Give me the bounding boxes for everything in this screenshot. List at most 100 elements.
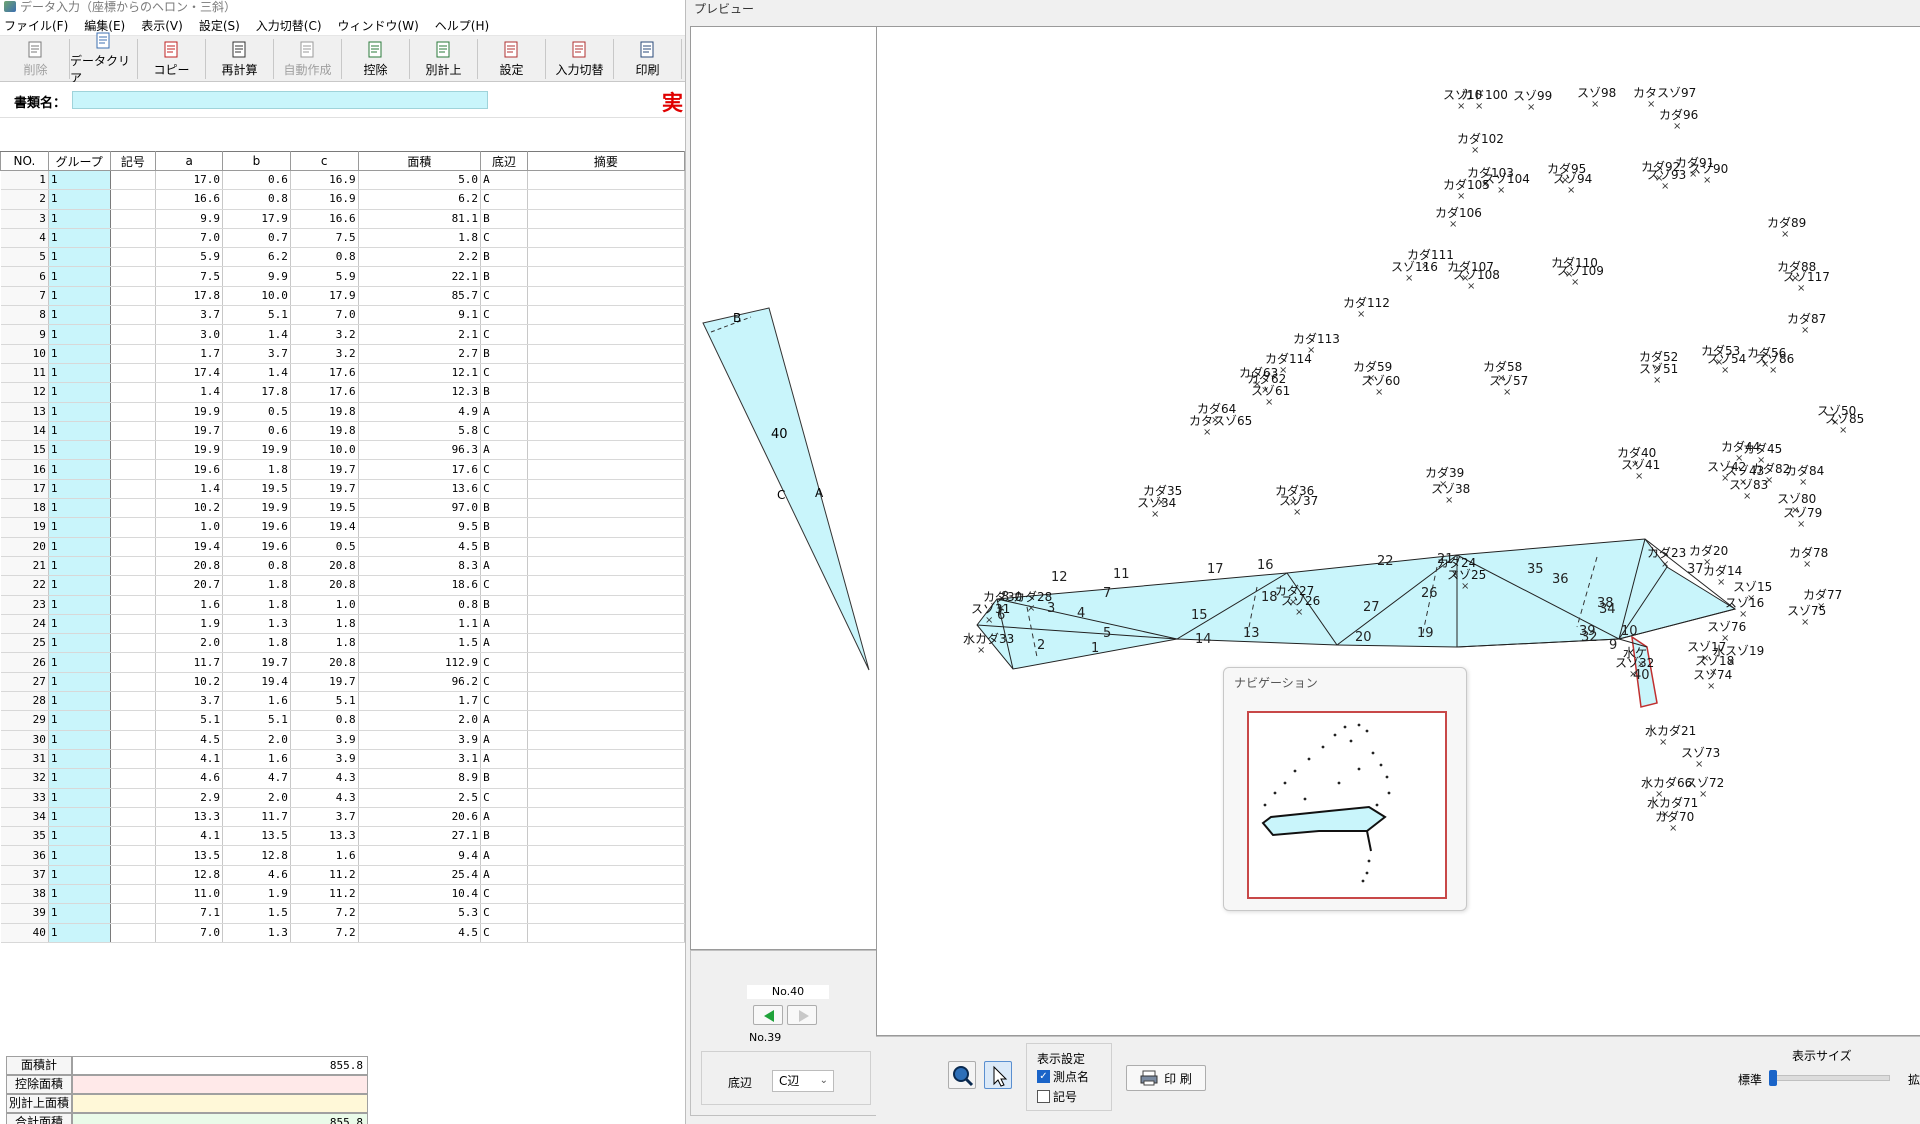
table-row[interactable]: 15 1 19.9 19.9 10.0 96.3 A	[0, 440, 685, 461]
table-cell[interactable]: 29	[0, 710, 49, 731]
table-cell[interactable]: 19.5	[290, 498, 359, 519]
table-cell[interactable]: 11.7	[222, 807, 291, 828]
table-cell[interactable]: 12.3	[358, 382, 482, 403]
table-cell[interactable]: 4.5	[358, 537, 482, 557]
table-row[interactable]: 28 1 3.7 1.6 5.1 1.7 C	[0, 691, 685, 712]
column-header-3[interactable]: a	[155, 151, 224, 171]
table-cell[interactable]: 11	[0, 363, 49, 384]
table-cell[interactable]: 1	[48, 305, 111, 326]
menu-item-3[interactable]: 設定(S)	[199, 19, 240, 33]
table-cell[interactable]: 17.8	[222, 382, 291, 403]
table-cell[interactable]: 4.7	[222, 768, 291, 789]
table-cell[interactable]: 6.2	[358, 189, 482, 210]
table-cell[interactable]: 3.2	[290, 344, 359, 364]
table-cell[interactable]	[527, 344, 685, 364]
table-cell[interactable]: 81.1	[358, 209, 482, 229]
table-cell[interactable]	[527, 595, 685, 615]
table-cell[interactable]: 0.8	[222, 556, 291, 577]
table-row[interactable]: 24 1 1.9 1.3 1.8 1.1 A	[0, 614, 685, 635]
table-cell[interactable]: 0.8	[358, 595, 482, 615]
table-cell[interactable]: 19.9	[222, 440, 291, 461]
toolbar-button-3[interactable]: 再計算	[206, 39, 274, 79]
table-cell[interactable]: 1.0	[290, 595, 359, 615]
table-cell[interactable]	[527, 903, 685, 924]
table-row[interactable]: 37 1 12.8 4.6 11.2 25.4 A	[0, 865, 685, 885]
table-cell[interactable]: 9.1	[358, 305, 482, 326]
table-cell[interactable]: 19.9	[155, 402, 224, 422]
table-cell[interactable]: 3.0	[155, 324, 224, 345]
table-cell[interactable]: B	[480, 537, 528, 557]
table-cell[interactable]: 13.6	[358, 479, 482, 500]
table-cell[interactable]	[527, 652, 685, 673]
table-cell[interactable]	[110, 749, 157, 770]
table-cell[interactable]: 11.0	[155, 884, 224, 905]
table-cell[interactable]	[110, 421, 157, 442]
point-name-checkbox[interactable]: ✓	[1037, 1070, 1050, 1083]
table-cell[interactable]: 8.3	[358, 556, 482, 577]
table-cell[interactable]: 10.2	[155, 498, 224, 519]
column-header-0[interactable]: NO.	[0, 151, 49, 171]
menu-item-2[interactable]: 表示(V)	[141, 19, 183, 33]
table-cell[interactable]: B	[480, 209, 528, 229]
table-cell[interactable]: 20.8	[290, 575, 359, 596]
navigation-overview[interactable]	[1247, 711, 1447, 899]
table-cell[interactable]: 1	[48, 440, 111, 461]
table-cell[interactable]	[527, 884, 685, 905]
table-cell[interactable]: B	[480, 826, 528, 847]
table-cell[interactable]: 4.5	[155, 730, 224, 750]
pointer-button[interactable]	[984, 1061, 1012, 1089]
table-cell[interactable]: 25	[0, 633, 49, 654]
table-cell[interactable]	[110, 923, 157, 943]
table-cell[interactable]: 1	[48, 614, 111, 635]
table-cell[interactable]: 22.1	[358, 266, 482, 287]
table-cell[interactable]	[110, 228, 157, 249]
table-cell[interactable]: 1	[48, 556, 111, 577]
table-cell[interactable]	[527, 324, 685, 345]
table-cell[interactable]: 19.7	[290, 459, 359, 480]
table-cell[interactable]: 20.8	[290, 652, 359, 673]
table-cell[interactable]: 18	[0, 498, 49, 519]
table-cell[interactable]: A	[480, 170, 528, 191]
table-cell[interactable]: 2.1	[358, 324, 482, 345]
document-name-input[interactable]	[72, 91, 488, 109]
table-row[interactable]: 14 1 19.7 0.6 19.8 5.8 C	[0, 421, 685, 442]
table-cell[interactable]	[527, 247, 685, 268]
table-row[interactable]: 40 1 7.0 1.3 7.2 4.5 C	[0, 923, 685, 943]
table-cell[interactable]	[527, 788, 685, 808]
table-cell[interactable]	[527, 421, 685, 442]
table-cell[interactable]: 19	[0, 517, 49, 538]
table-cell[interactable]: 19.6	[222, 537, 291, 557]
table-cell[interactable]: 5.1	[222, 305, 291, 326]
table-cell[interactable]	[527, 845, 685, 866]
table-cell[interactable]: 1	[48, 749, 111, 770]
table-cell[interactable]: 1	[48, 479, 111, 500]
table-cell[interactable]: 1	[48, 903, 111, 924]
table-cell[interactable]: 1	[48, 498, 111, 519]
table-row[interactable]: 38 1 11.0 1.9 11.2 10.4 C	[0, 884, 685, 905]
table-cell[interactable]: 33	[0, 788, 49, 808]
table-cell[interactable]: 13	[0, 402, 49, 422]
table-cell[interactable]	[110, 730, 157, 750]
table-cell[interactable]: B	[480, 517, 528, 538]
table-cell[interactable]: 17.8	[155, 286, 224, 307]
table-cell[interactable]: C	[480, 459, 528, 480]
table-cell[interactable]: 1	[48, 382, 111, 403]
table-cell[interactable]: 18.6	[358, 575, 482, 596]
table-cell[interactable]	[110, 459, 157, 480]
table-cell[interactable]: 5.3	[358, 903, 482, 924]
table-cell[interactable]	[527, 517, 685, 538]
table-cell[interactable]: 2.5	[358, 788, 482, 808]
table-cell[interactable]: A	[480, 633, 528, 654]
table-cell[interactable]: 1	[48, 402, 111, 422]
table-cell[interactable]: 1	[48, 247, 111, 268]
table-cell[interactable]: 9.9	[222, 266, 291, 287]
table-cell[interactable]	[110, 286, 157, 307]
table-cell[interactable]: C	[480, 788, 528, 808]
table-cell[interactable]: 26	[0, 652, 49, 673]
column-header-5[interactable]: c	[289, 151, 359, 171]
table-cell[interactable]: 1.9	[222, 884, 291, 905]
table-cell[interactable]	[527, 286, 685, 307]
table-cell[interactable]: 1	[48, 710, 111, 731]
table-cell[interactable]: 5.1	[290, 691, 359, 712]
table-cell[interactable]: 3.1	[358, 749, 482, 770]
